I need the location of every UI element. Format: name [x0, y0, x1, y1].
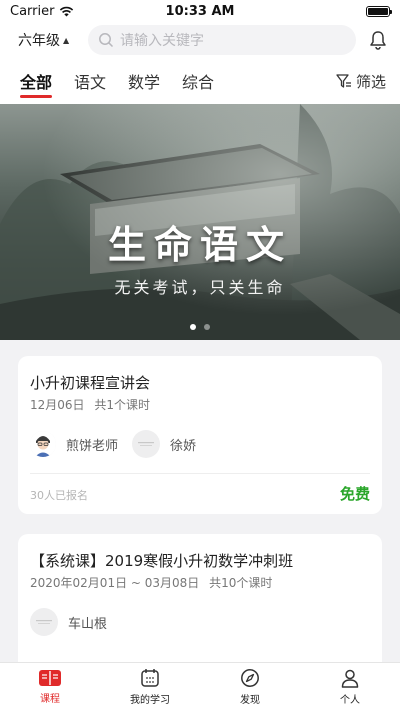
- battery-icon: [366, 5, 392, 17]
- compass-icon: [241, 668, 259, 687]
- price-label: 免费: [339, 485, 370, 503]
- person-icon: [341, 669, 359, 688]
- promo-banner[interactable]: 生命语文 无关考试，只关生命: [0, 104, 400, 340]
- teacher-list: 车山根: [30, 608, 121, 636]
- bottom-nav: 课程 我的学习 发现 个人: [0, 662, 400, 710]
- divider: [30, 473, 370, 474]
- course-title: 【系统课】2019寒假小升初数学冲刺班: [30, 552, 294, 570]
- nav-my-study[interactable]: 我的学习: [100, 663, 200, 710]
- teacher-item[interactable]: 车山根: [30, 608, 107, 636]
- search-placeholder: 请输入关键字: [120, 33, 204, 49]
- banner-subtitle: 无关考试，只关生命: [114, 278, 286, 297]
- pagination-dot-1[interactable]: [190, 324, 196, 330]
- enrolled-count: 30人已报名: [30, 489, 88, 502]
- avatar: [30, 608, 58, 636]
- teacher-name: 车山根: [68, 616, 108, 632]
- search-input[interactable]: 请输入关键字: [88, 25, 356, 55]
- course-date: 12月06日: [30, 398, 85, 412]
- teacher-avatar-icon: [30, 431, 56, 457]
- course-icon: [39, 669, 61, 686]
- calendar-icon: [141, 668, 159, 687]
- placeholder-logo-icon: [36, 620, 52, 624]
- nav-label: 发现: [240, 694, 260, 706]
- tab-math[interactable]: 数学: [128, 58, 160, 104]
- pagination-dot-2[interactable]: [204, 324, 210, 330]
- teacher-list: 煎饼老师 徐娇: [30, 430, 210, 458]
- tab-chinese[interactable]: 语文: [74, 58, 106, 104]
- teacher-name: 煎饼老师: [66, 438, 119, 454]
- banner-pagination: [0, 324, 400, 330]
- nav-discover[interactable]: 发现: [200, 663, 300, 710]
- teacher-name: 徐娇: [170, 438, 197, 454]
- wifi-icon: [60, 6, 74, 16]
- course-card[interactable]: 小升初课程宣讲会 12月06日 共1个课时 煎饼老师 徐娇 30人已报名 免费: [18, 356, 382, 514]
- grade-label: 六年级: [18, 33, 60, 49]
- course-lessons: 共1个课时: [94, 398, 151, 412]
- course-meta: 2020年02月01日 ~ 03月08日 共10个课时: [30, 574, 272, 591]
- grade-selector[interactable]: 六年级 ▲: [18, 30, 88, 50]
- teacher-item[interactable]: 徐娇: [132, 430, 196, 458]
- banner-title: 生命语文: [107, 222, 292, 267]
- bell-button[interactable]: [366, 28, 390, 52]
- course-title: 小升初课程宣讲会: [30, 374, 151, 392]
- course-lessons: 共10个课时: [209, 576, 273, 590]
- tab-all[interactable]: 全部: [20, 58, 53, 104]
- teacher-item[interactable]: 煎饼老师: [30, 431, 118, 457]
- course-meta: 12月06日 共1个课时: [30, 396, 150, 413]
- status-bar: Carrier 10:33 AM: [0, 0, 400, 22]
- filter-button[interactable]: 筛选: [336, 71, 386, 92]
- tab-general[interactable]: 综合: [182, 58, 214, 104]
- carrier-label: Carrier: [10, 3, 55, 19]
- bell-icon: [370, 31, 386, 50]
- filter-label: 筛选: [355, 72, 386, 91]
- nav-label: 个人: [340, 694, 360, 706]
- placeholder-logo-icon: [138, 442, 155, 446]
- avatar: [132, 430, 161, 458]
- status-left: Carrier: [10, 4, 74, 19]
- caret-down-icon: ▲: [63, 35, 70, 45]
- course-date: 2020年02月01日 ~ 03月08日: [30, 576, 200, 590]
- search-icon: [99, 33, 114, 48]
- nav-label: 课程: [40, 693, 60, 705]
- avatar: [30, 431, 56, 457]
- nav-profile[interactable]: 个人: [300, 663, 400, 710]
- nav-course[interactable]: 课程: [0, 663, 100, 710]
- category-tabs: 全部 语文 数学 综合 筛选: [0, 58, 400, 104]
- header: 六年级 ▲ 请输入关键字: [0, 22, 400, 58]
- nav-label: 我的学习: [130, 694, 170, 706]
- filter-icon: [336, 73, 351, 88]
